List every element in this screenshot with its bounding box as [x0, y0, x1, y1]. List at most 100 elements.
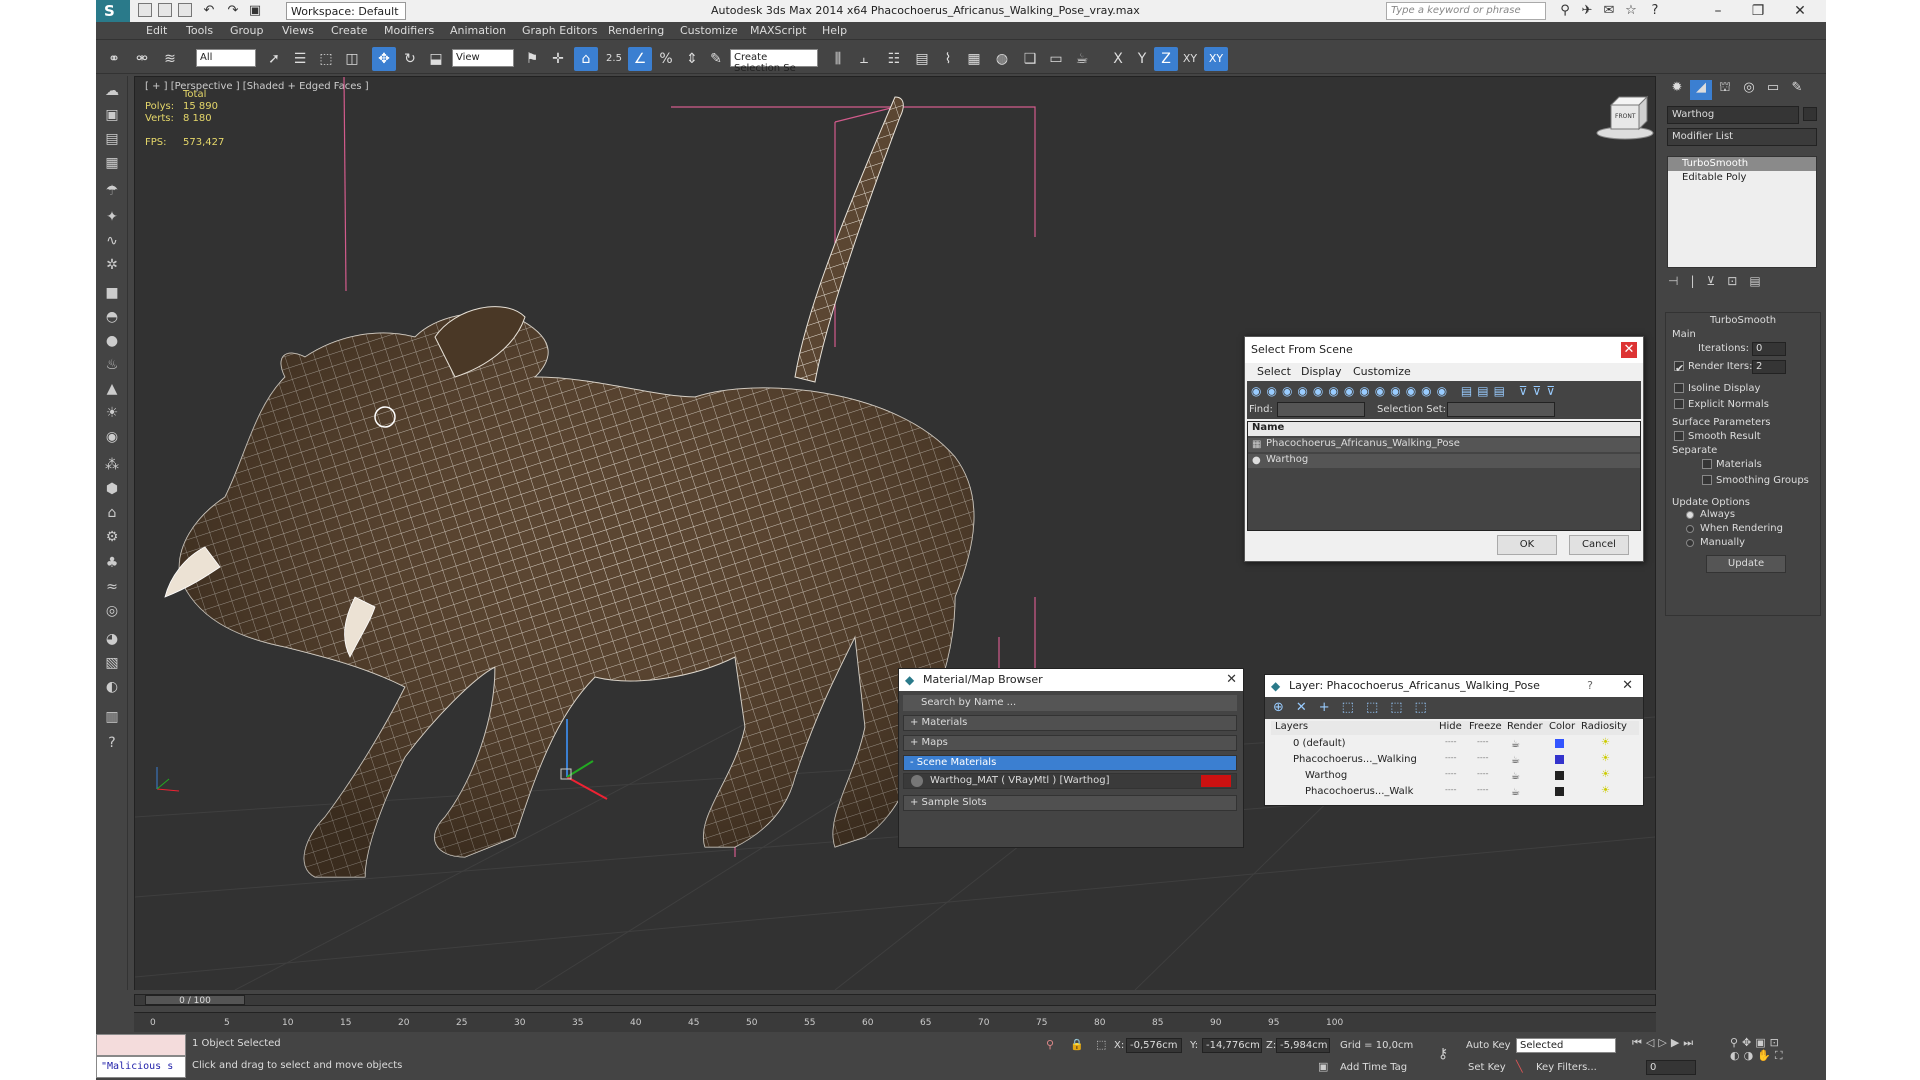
menu-group[interactable]: Group: [230, 24, 264, 37]
scene-row-phacochoerus[interactable]: Phacochoerus_Africanus_Walking_Pose: [1248, 438, 1640, 452]
menu-views[interactable]: Views: [282, 24, 314, 37]
help-icon[interactable]: ?: [1646, 2, 1664, 20]
layer-color-swatch[interactable]: [1555, 739, 1564, 748]
search-input[interactable]: Type a keyword or phrase: [1386, 2, 1546, 20]
explicit-normals-checkbox[interactable]: [1674, 399, 1684, 409]
find-input[interactable]: [1277, 402, 1365, 417]
percent-snap-icon[interactable]: %: [654, 47, 678, 71]
track-bar[interactable]: [134, 1012, 1656, 1032]
axis-x-button[interactable]: X: [1106, 47, 1130, 71]
hide-dots-2[interactable]: ----: [1445, 753, 1457, 762]
set-key-button[interactable]: Set Key: [1468, 1062, 1506, 1073]
edit-named-selection-icon[interactable]: ✎: [704, 47, 728, 71]
helper-icon[interactable]: ✲: [101, 254, 123, 276]
utility-icon[interactable]: ▥: [101, 706, 123, 728]
angle-snap-icon[interactable]: ∠: [628, 47, 652, 71]
material-search-input[interactable]: Search by Name ...: [903, 695, 1237, 711]
modifier-list-dropdown[interactable]: Modifier List: [1667, 128, 1817, 146]
redo-icon[interactable]: ↷: [224, 2, 242, 20]
cloud-icon[interactable]: ☂: [101, 180, 123, 202]
hold-icon[interactable]: ▣: [246, 2, 264, 20]
maps-group[interactable]: + Maps: [903, 735, 1237, 751]
scene-row-warthog[interactable]: Warthog: [1248, 454, 1640, 468]
layer-help-button[interactable]: ?: [1587, 679, 1593, 692]
key-icon[interactable]: ⚷: [1438, 1046, 1448, 1062]
menu-maxscript[interactable]: MAXScript: [750, 24, 806, 37]
key-filters-icon[interactable]: ╲: [1516, 1060, 1523, 1073]
foliage-icon[interactable]: ♣: [101, 552, 123, 574]
stack-tools[interactable]: ⊣|⊻⊡▤: [1668, 274, 1818, 292]
radiosity-icons[interactable]: ☀ ☀ ☀ ☀: [1601, 735, 1610, 799]
absolute-mode-icon[interactable]: ⬚: [1096, 1038, 1106, 1051]
axis-xy-button[interactable]: XY: [1178, 47, 1202, 71]
box-icon[interactable]: ■: [101, 282, 123, 304]
when-rendering-radio[interactable]: [1686, 525, 1694, 533]
create-geometry-icon[interactable]: ☁: [101, 80, 123, 102]
rollout-title[interactable]: TurboSmooth: [1710, 315, 1776, 326]
menu-modifiers[interactable]: Modifiers: [384, 24, 434, 37]
link-icon[interactable]: ⚭: [102, 47, 126, 71]
axis-xy-plane-button[interactable]: XY: [1204, 47, 1228, 71]
globe-icon[interactable]: ◐: [101, 676, 123, 698]
menu-customize[interactable]: Customize: [680, 24, 738, 37]
time-slider-thumb[interactable]: 0 / 100: [145, 995, 245, 1006]
rendered-frame-icon[interactable]: ▭: [1044, 47, 1068, 71]
render-setup-icon[interactable]: ❑: [1018, 47, 1042, 71]
menu-animation[interactable]: Animation: [450, 24, 506, 37]
menu-tools[interactable]: Tools: [186, 24, 213, 37]
menu-rendering[interactable]: Rendering: [608, 24, 664, 37]
communication-icon[interactable]: ✉: [1600, 2, 1618, 20]
mirror-icon[interactable]: ⫼: [826, 47, 850, 71]
camera-icon[interactable]: ⌂: [101, 502, 123, 524]
selection-set-dropdown[interactable]: [1447, 402, 1555, 417]
freeze-dots-2[interactable]: ----: [1477, 753, 1489, 762]
motion-tab-icon[interactable]: ◎: [1738, 80, 1760, 100]
align-icon[interactable]: ⫠: [852, 47, 876, 71]
undo-icon[interactable]: ↶: [200, 2, 218, 20]
materials-group[interactable]: + Materials: [903, 715, 1237, 731]
move-gizmo[interactable]: [560, 719, 608, 800]
minimize-button[interactable]: –: [1698, 0, 1738, 22]
open-file-icon[interactable]: [158, 3, 172, 17]
scene-materials-group[interactable]: - Scene Materials: [903, 755, 1237, 771]
bind-space-warp-icon[interactable]: ≋: [158, 47, 182, 71]
schematic-view-icon[interactable]: ▦: [962, 47, 986, 71]
cone-icon[interactable]: ▲: [101, 378, 123, 400]
select-by-name-icon[interactable]: ☰: [288, 47, 312, 71]
teapot-icon[interactable]: ♨: [101, 354, 123, 376]
object-color-swatch[interactable]: [1803, 107, 1817, 121]
light-icon[interactable]: ✦: [101, 206, 123, 228]
spiral-icon[interactable]: ◎: [101, 600, 123, 622]
close-window-button[interactable]: ✕: [1780, 0, 1820, 22]
material-editor-icon[interactable]: ◍: [990, 47, 1014, 71]
pivot-center-icon[interactable]: ⚑: [520, 47, 544, 71]
graphite-ribbon-icon[interactable]: ▤: [910, 47, 934, 71]
unlink-icon[interactable]: ⚮: [130, 47, 154, 71]
col-radiosity[interactable]: Radiosity: [1581, 721, 1627, 732]
render-production-icon[interactable]: ☕: [1070, 47, 1094, 71]
stack-item-editable-poly[interactable]: Editable Poly: [1668, 171, 1816, 185]
warthog-material-item[interactable]: Warthog_MAT ( VRayMtl ) [Warthog]: [903, 773, 1237, 789]
freeze-dots-4[interactable]: ----: [1477, 785, 1489, 794]
select-object-icon[interactable]: ➚: [262, 47, 286, 71]
select-menu-display[interactable]: Display: [1301, 365, 1342, 378]
menu-create[interactable]: Create: [331, 24, 368, 37]
hide-dots-3[interactable]: ----: [1445, 769, 1457, 778]
grid-icon[interactable]: ▦: [101, 152, 123, 174]
layers-icon[interactable]: ▤: [101, 128, 123, 150]
x-coord-field[interactable]: -0,576cm: [1126, 1038, 1182, 1053]
render-iters-checkbox[interactable]: ✔: [1674, 361, 1684, 375]
time-slider[interactable]: 0 / 100: [134, 994, 1656, 1006]
axis-y-button[interactable]: Y: [1130, 47, 1154, 71]
col-freeze[interactable]: Freeze: [1469, 721, 1502, 732]
viewcube[interactable]: FRONT: [1595, 85, 1654, 140]
material-browser-close-button[interactable]: ✕: [1226, 672, 1237, 687]
select-manipulate-icon[interactable]: ✛: [546, 47, 570, 71]
snaps-toggle[interactable]: 2.5: [602, 47, 626, 71]
menu-graph-editors[interactable]: Graph Editors: [522, 24, 598, 37]
dome-icon[interactable]: ◓: [101, 306, 123, 328]
render-teapot-icons[interactable]: ☕ ☕ ☕ ☕: [1511, 737, 1523, 801]
select-menu-select[interactable]: Select: [1257, 365, 1291, 378]
create-tab-icon[interactable]: ✹: [1666, 80, 1688, 100]
spinner-snap-icon[interactable]: ⇕: [680, 47, 704, 71]
